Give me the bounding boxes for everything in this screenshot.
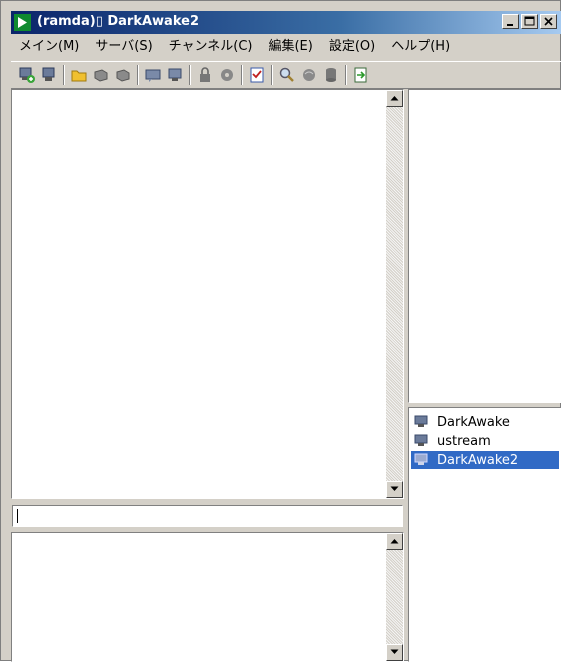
channel-item-ustream[interactable]: ustream xyxy=(413,432,493,450)
chat-icon[interactable] xyxy=(142,64,164,86)
window-controls xyxy=(502,14,557,31)
info-log-scrollbar[interactable] xyxy=(386,533,403,661)
scroll-down-button[interactable] xyxy=(386,481,403,498)
export-icon[interactable] xyxy=(350,64,372,86)
scroll-down-button[interactable] xyxy=(386,644,403,661)
checklist-icon[interactable] xyxy=(246,64,268,86)
channel-name: ustream xyxy=(437,433,491,449)
channel-join-icon[interactable] xyxy=(90,64,112,86)
computer-icon xyxy=(413,414,429,430)
scroll-up-button[interactable] xyxy=(386,90,403,107)
window-title: (ramda)▯ DarkAwake2 xyxy=(37,14,199,29)
menu-channel[interactable]: チャンネル(C) xyxy=(161,37,261,57)
settings-icon[interactable] xyxy=(216,64,238,86)
toolbar-separator xyxy=(189,65,191,85)
close-button[interactable] xyxy=(540,14,557,29)
channel-part-icon[interactable] xyxy=(112,64,134,86)
search-icon[interactable] xyxy=(276,64,298,86)
channel-item-darkawake2[interactable]: DarkAwake2 xyxy=(411,451,559,469)
toolbar-separator xyxy=(137,65,139,85)
globe-icon[interactable] xyxy=(298,64,320,86)
computer-icon xyxy=(413,452,429,468)
toolbar xyxy=(11,61,561,89)
toolbar-separator xyxy=(345,65,347,85)
folder-icon[interactable] xyxy=(68,64,90,86)
lock-icon[interactable] xyxy=(194,64,216,86)
monitor-icon[interactable] xyxy=(164,64,186,86)
channel-list-pane[interactable]: DarkAwake ustream DarkAwake2 xyxy=(408,407,561,662)
info-log-pane[interactable] xyxy=(11,532,404,662)
scroll-up-button[interactable] xyxy=(386,533,403,550)
menu-main[interactable]: メイン(M) xyxy=(11,37,87,57)
chat-log-scrollbar[interactable] xyxy=(386,90,403,498)
channel-name: DarkAwake2 xyxy=(437,452,519,468)
menu-server[interactable]: サーバ(S) xyxy=(87,37,160,57)
app-window: (ramda)▯ DarkAwake2 メイン(M) サーバ(S) チャンネル(… xyxy=(0,0,561,662)
app-logo-icon xyxy=(14,14,31,31)
maximize-button[interactable] xyxy=(521,14,538,29)
text-caret xyxy=(17,509,18,523)
database-icon[interactable] xyxy=(320,64,342,86)
server-connect-icon[interactable] xyxy=(16,64,38,86)
toolbar-separator xyxy=(241,65,243,85)
menu-settings[interactable]: 設定(O) xyxy=(321,37,383,57)
channel-item-darkawake[interactable]: DarkAwake xyxy=(413,413,512,431)
menu-help[interactable]: ヘルプ(H) xyxy=(383,37,458,57)
chat-log-pane[interactable] xyxy=(11,89,404,499)
toolbar-separator xyxy=(271,65,273,85)
nick-list-pane[interactable] xyxy=(408,89,561,403)
minimize-button[interactable] xyxy=(502,14,519,29)
title-bar[interactable]: (ramda)▯ DarkAwake2 xyxy=(11,11,561,34)
menu-edit[interactable]: 編集(E) xyxy=(260,37,320,57)
message-input[interactable] xyxy=(12,505,403,527)
server-icon[interactable] xyxy=(38,64,60,86)
toolbar-separator xyxy=(63,65,65,85)
channel-name: DarkAwake xyxy=(437,414,510,430)
menu-bar: メイン(M) サーバ(S) チャンネル(C) 編集(E) 設定(O) ヘルプ(H… xyxy=(11,35,561,59)
computer-icon xyxy=(413,433,429,449)
